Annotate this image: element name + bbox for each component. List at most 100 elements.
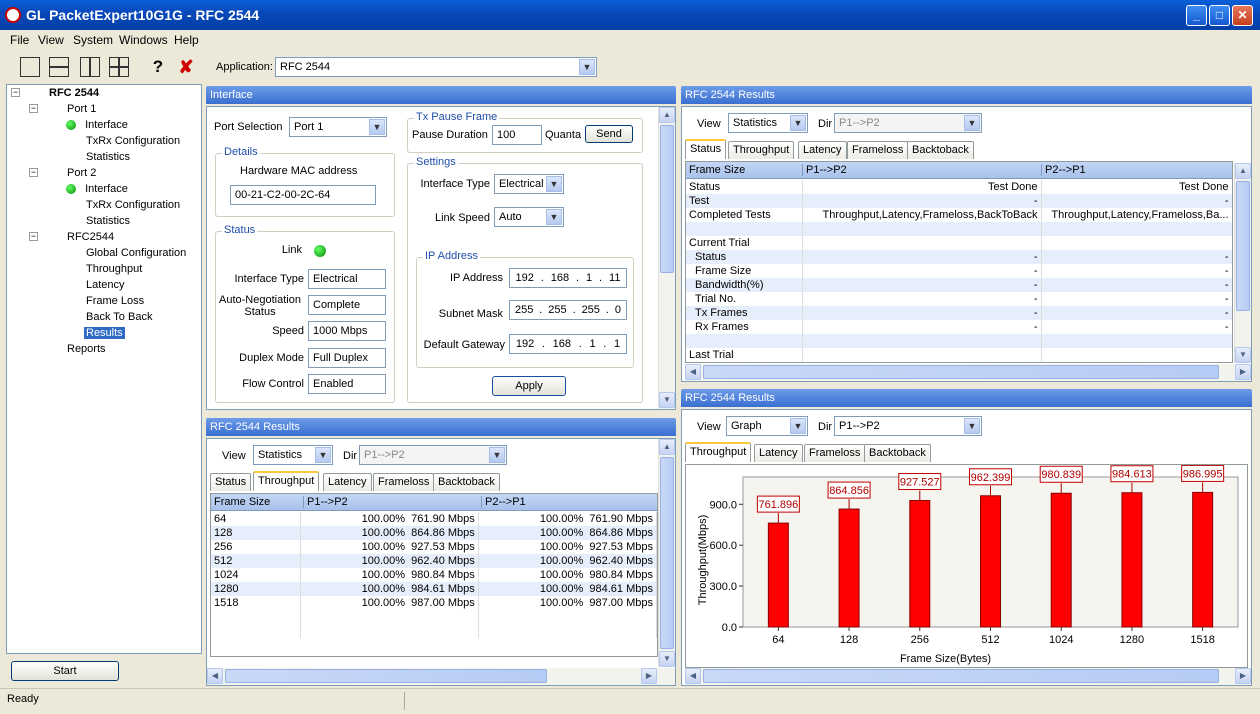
tree-latency[interactable]: Latency: [86, 279, 125, 291]
table-row[interactable]: 256 100.00% 927.53 Mbps 100.00% 927.53 Mbp…: [211, 540, 658, 554]
port-selection-select[interactable]: Port 1 ▼: [289, 117, 387, 137]
menu-system[interactable]: System: [73, 33, 113, 47]
speed-field[interactable]: 1000 Mbps: [308, 321, 386, 341]
table-row[interactable]: [686, 334, 1232, 348]
single-layout-icon[interactable]: [20, 57, 40, 77]
tab-latency[interactable]: Latency: [754, 444, 803, 462]
minimize-button[interactable]: _: [1186, 5, 1207, 26]
tree-root[interactable]: RFC 2544: [49, 87, 99, 99]
table-row[interactable]: 512 100.00% 962.40 Mbps 100.00% 962.40 Mbp…: [211, 554, 658, 568]
scroll-up-icon[interactable]: ▲: [659, 107, 675, 123]
scroll-thumb[interactable]: [660, 125, 674, 273]
bar[interactable]: [1050, 492, 1072, 628]
menu-windows[interactable]: Windows: [119, 33, 168, 47]
table-row[interactable]: 1518 100.00% 987.00 Mbps 100.00% 987.00 Mb…: [211, 596, 658, 610]
table-row[interactable]: Tx Frames - -: [686, 306, 1232, 320]
iftype-field[interactable]: Electrical: [308, 269, 386, 289]
tab-frameloss[interactable]: Frameloss: [373, 473, 435, 491]
dir-select[interactable]: P1-->P2 ▼: [834, 113, 982, 133]
tab-frameloss[interactable]: Frameloss: [804, 444, 866, 462]
column-header[interactable]: Frame Size: [214, 496, 270, 508]
tree-port1-statistics[interactable]: Statistics: [86, 151, 130, 163]
tree-back-to-back[interactable]: Back To Back: [86, 311, 152, 323]
menu-help[interactable]: Help: [174, 33, 199, 47]
apply-button[interactable]: Apply: [492, 376, 566, 396]
table-row[interactable]: Status - -: [686, 250, 1232, 264]
quad-layout-icon[interactable]: [109, 57, 129, 77]
tab-status[interactable]: Status: [685, 139, 727, 159]
tree-port2-statistics[interactable]: Statistics: [86, 215, 130, 227]
tree-throughput[interactable]: Throughput: [86, 263, 142, 275]
table-row[interactable]: Trial No. - -: [686, 292, 1232, 306]
scroll-thumb[interactable]: [1236, 181, 1250, 311]
collapse-icon[interactable]: −: [29, 104, 38, 113]
scroll-right-icon[interactable]: ▶: [641, 668, 657, 684]
tab-backtoback[interactable]: Backtoback: [907, 141, 974, 159]
table-row[interactable]: 128 100.00% 864.86 Mbps 100.00% 864.86 Mbp…: [211, 526, 658, 540]
scroll-right-icon[interactable]: ▶: [1235, 668, 1251, 684]
results-bottom-hscroll[interactable]: ◀ ▶: [207, 668, 675, 685]
table-row[interactable]: 1280 100.00% 984.61 Mbps 100.00% 984.61 Mb…: [211, 582, 658, 596]
tab-status[interactable]: Status: [210, 473, 252, 491]
view-select[interactable]: Statistics ▼: [728, 113, 808, 133]
scroll-left-icon[interactable]: ◀: [685, 668, 701, 684]
view-select[interactable]: Graph ▼: [726, 416, 808, 436]
help-icon[interactable]: ?: [148, 57, 168, 77]
column-header[interactable]: P2-->P1: [1041, 164, 1086, 176]
tab-frameloss[interactable]: Frameloss: [847, 141, 909, 159]
table-row[interactable]: Frame Size - -: [686, 264, 1232, 278]
application-select[interactable]: RFC 2544 ▼: [275, 57, 597, 77]
column-header[interactable]: P1-->P2: [802, 164, 847, 176]
results-bottom-vscroll[interactable]: ▲ ▼: [658, 439, 675, 667]
scroll-right-icon[interactable]: ▶: [1235, 364, 1251, 380]
subnet-mask-field[interactable]: 255. 255. 255. 0: [509, 300, 627, 320]
tab-throughput[interactable]: Throughput: [728, 141, 795, 159]
autoneg-field[interactable]: Complete: [308, 295, 386, 315]
table-row[interactable]: Test - -: [686, 194, 1232, 208]
menu-view[interactable]: View: [38, 33, 64, 47]
dir-select[interactable]: P1-->P2 ▼: [834, 416, 982, 436]
tree-frame-loss[interactable]: Frame Loss: [86, 295, 144, 307]
mac-field[interactable]: 00-21-C2-00-2C-64: [230, 185, 376, 205]
set-iftype-select[interactable]: Electrical ▼: [494, 174, 564, 194]
tree-port1-interface[interactable]: Interface: [66, 119, 128, 131]
ip-address-field[interactable]: 192. 168. 1. 11: [509, 268, 627, 288]
scroll-thumb[interactable]: [703, 669, 1219, 683]
column-header[interactable]: P1-->P2: [303, 496, 348, 508]
scroll-down-icon[interactable]: ▼: [659, 651, 675, 667]
column-header[interactable]: Frame Size: [689, 164, 745, 176]
pause-duration-field[interactable]: 100: [492, 125, 542, 145]
scroll-down-icon[interactable]: ▼: [659, 392, 675, 408]
start-button[interactable]: Start: [11, 661, 119, 681]
scroll-left-icon[interactable]: ◀: [685, 364, 701, 380]
collapse-icon[interactable]: −: [29, 232, 38, 241]
tree-port2[interactable]: Port 2: [67, 167, 96, 179]
flow-control-field[interactable]: Enabled: [308, 374, 386, 394]
bar[interactable]: [1121, 492, 1143, 628]
table-row[interactable]: Last Trial: [686, 348, 1232, 362]
dir-select[interactable]: P1-->P2 ▼: [359, 445, 507, 465]
column-header[interactable]: P2-->P1: [481, 496, 526, 508]
scroll-left-icon[interactable]: ◀: [207, 668, 223, 684]
table-row[interactable]: Bandwidth(%) - -: [686, 278, 1232, 292]
scroll-up-icon[interactable]: ▲: [1235, 163, 1251, 179]
bar[interactable]: [767, 522, 789, 628]
collapse-icon[interactable]: −: [29, 168, 38, 177]
tab-latency[interactable]: Latency: [323, 473, 372, 491]
tree-port2-txrx[interactable]: TxRx Configuration: [86, 199, 180, 211]
vertical-split-icon[interactable]: [80, 57, 100, 77]
stop-icon[interactable]: ✘: [176, 57, 196, 77]
send-button[interactable]: Send: [585, 125, 633, 143]
maximize-button[interactable]: □: [1209, 5, 1230, 26]
tab-backtoback[interactable]: Backtoback: [864, 444, 931, 462]
table-row[interactable]: Status Test Done Test Done: [686, 180, 1232, 194]
tree-port2-interface[interactable]: Interface: [66, 183, 128, 195]
table-row[interactable]: Rx Frames - -: [686, 320, 1232, 334]
results-top-vscroll[interactable]: ▲ ▼: [1234, 163, 1251, 363]
tree-port1-txrx[interactable]: TxRx Configuration: [86, 135, 180, 147]
bar[interactable]: [909, 500, 931, 628]
tree-reports[interactable]: Reports: [67, 343, 106, 355]
tab-throughput[interactable]: Throughput: [253, 471, 320, 491]
horizontal-split-icon[interactable]: [49, 57, 69, 77]
gateway-field[interactable]: 192. 168. 1. 1: [509, 334, 627, 354]
